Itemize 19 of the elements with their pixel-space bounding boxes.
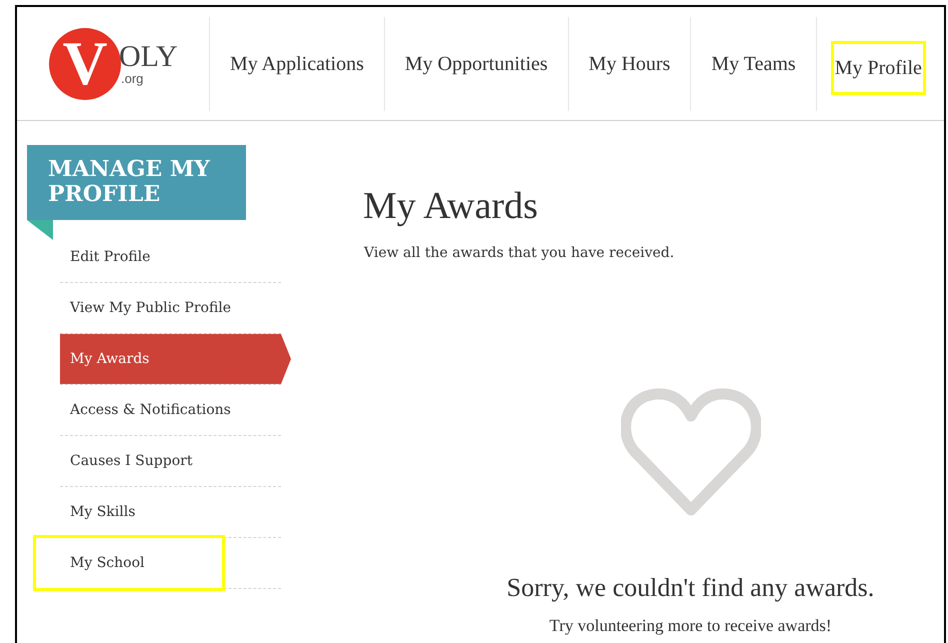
- sidebar-item[interactable]: Access & Notifications: [60, 385, 281, 435]
- nav-link[interactable]: My Hours: [586, 49, 672, 79]
- sidebar-item[interactable]: My Skills: [60, 487, 281, 537]
- empty-state-hint: Try volunteering more to receive awards!: [549, 615, 832, 637]
- sidebar-item[interactable]: My School: [36, 538, 222, 588]
- nav-link[interactable]: My Profile: [830, 41, 926, 95]
- sidebar-item[interactable]: Causes I Support: [60, 436, 281, 486]
- sidebar-heading: MANAGE MY PROFILE: [27, 145, 246, 220]
- heart-icon: [620, 386, 760, 518]
- nav-link[interactable]: My Applications: [228, 49, 366, 79]
- nav-link[interactable]: My Opportunities: [402, 49, 550, 79]
- sidebar-item[interactable]: Edit Profile: [60, 232, 281, 282]
- page-title: My Awards: [363, 184, 539, 229]
- page-subtitle: View all the awards that you have received.: [364, 244, 676, 263]
- empty-state-title: Sorry, we couldn't find any awards.: [506, 572, 874, 604]
- nav-link[interactable]: My Teams: [709, 49, 798, 79]
- sidebar-item[interactable]: My Awards: [60, 334, 291, 384]
- sidebar-item[interactable]: View My Public Profile: [60, 283, 281, 333]
- ribbon-fold-icon: [27, 220, 53, 240]
